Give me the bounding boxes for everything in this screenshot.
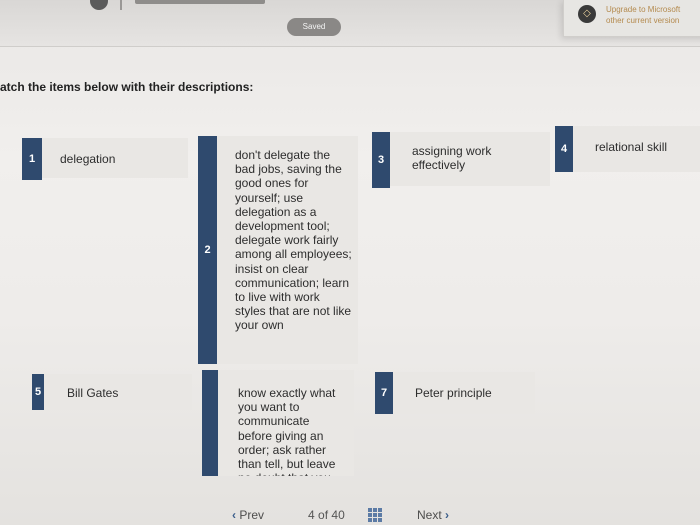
next-button[interactable]: Next › (417, 508, 449, 522)
toolbar-divider (120, 0, 122, 10)
item-text: don't delegate the bad jobs, saving the … (235, 148, 352, 333)
match-item-3[interactable]: 3 assigning work effectively (372, 132, 550, 188)
item-number-badge (202, 370, 218, 476)
saved-status-badge: Saved (287, 18, 341, 36)
upgrade-line-2: other current version (606, 16, 680, 25)
upgrade-text: Upgrade to Microsoft other current versi… (606, 4, 680, 26)
item-text: Peter principle (415, 386, 492, 400)
total-pages: 40 (331, 508, 345, 522)
item-number-badge: 5 (32, 374, 44, 410)
item-text: Bill Gates (67, 386, 119, 400)
item-number-badge: 1 (22, 138, 42, 180)
upgrade-icon: ◇ (578, 5, 596, 23)
match-item-2[interactable]: 2 don't delegate the bad jobs, saving th… (198, 136, 358, 364)
page-counter: 4 of 40 (308, 508, 345, 522)
prev-button[interactable]: ‹ Prev (232, 508, 264, 522)
prev-label: Prev (239, 508, 265, 522)
top-toolbar: Saved ◇ Upgrade to Microsoft other curre… (0, 0, 700, 47)
next-label: Next (417, 508, 442, 522)
current-page: 4 (308, 508, 315, 522)
item-number-badge: 4 (555, 126, 573, 172)
grid-icon[interactable] (368, 508, 382, 522)
match-item-4[interactable]: 4 relational skill (555, 126, 700, 172)
item-number-badge: 3 (372, 132, 390, 188)
instructions-heading: atch the items below with their descript… (0, 80, 254, 94)
item-text: know exactly what you want to communicat… (238, 386, 336, 476)
page-of-label: of (318, 508, 329, 522)
match-item-1[interactable]: 1 delegation (22, 138, 188, 180)
item-number-badge: 7 (375, 372, 393, 414)
match-item-7[interactable]: 7 Peter principle (375, 372, 535, 414)
toolbar-title-bar (135, 0, 265, 4)
match-item-6[interactable]: know exactly what you want to communicat… (202, 370, 354, 476)
item-text: delegation (60, 152, 116, 166)
upgrade-line-1: Upgrade to Microsoft (606, 5, 681, 14)
item-number-badge: 2 (198, 136, 217, 364)
item-text: relational skill (595, 140, 668, 154)
chevron-left-icon: ‹ (232, 508, 236, 522)
match-item-5[interactable]: 5 Bill Gates (32, 374, 192, 410)
item-text: assigning work effectively (412, 144, 492, 173)
upgrade-notification[interactable]: ◇ Upgrade to Microsoft other current ver… (563, 0, 700, 37)
chevron-right-icon: › (445, 508, 450, 522)
toolbar-button-icon[interactable] (90, 0, 108, 10)
